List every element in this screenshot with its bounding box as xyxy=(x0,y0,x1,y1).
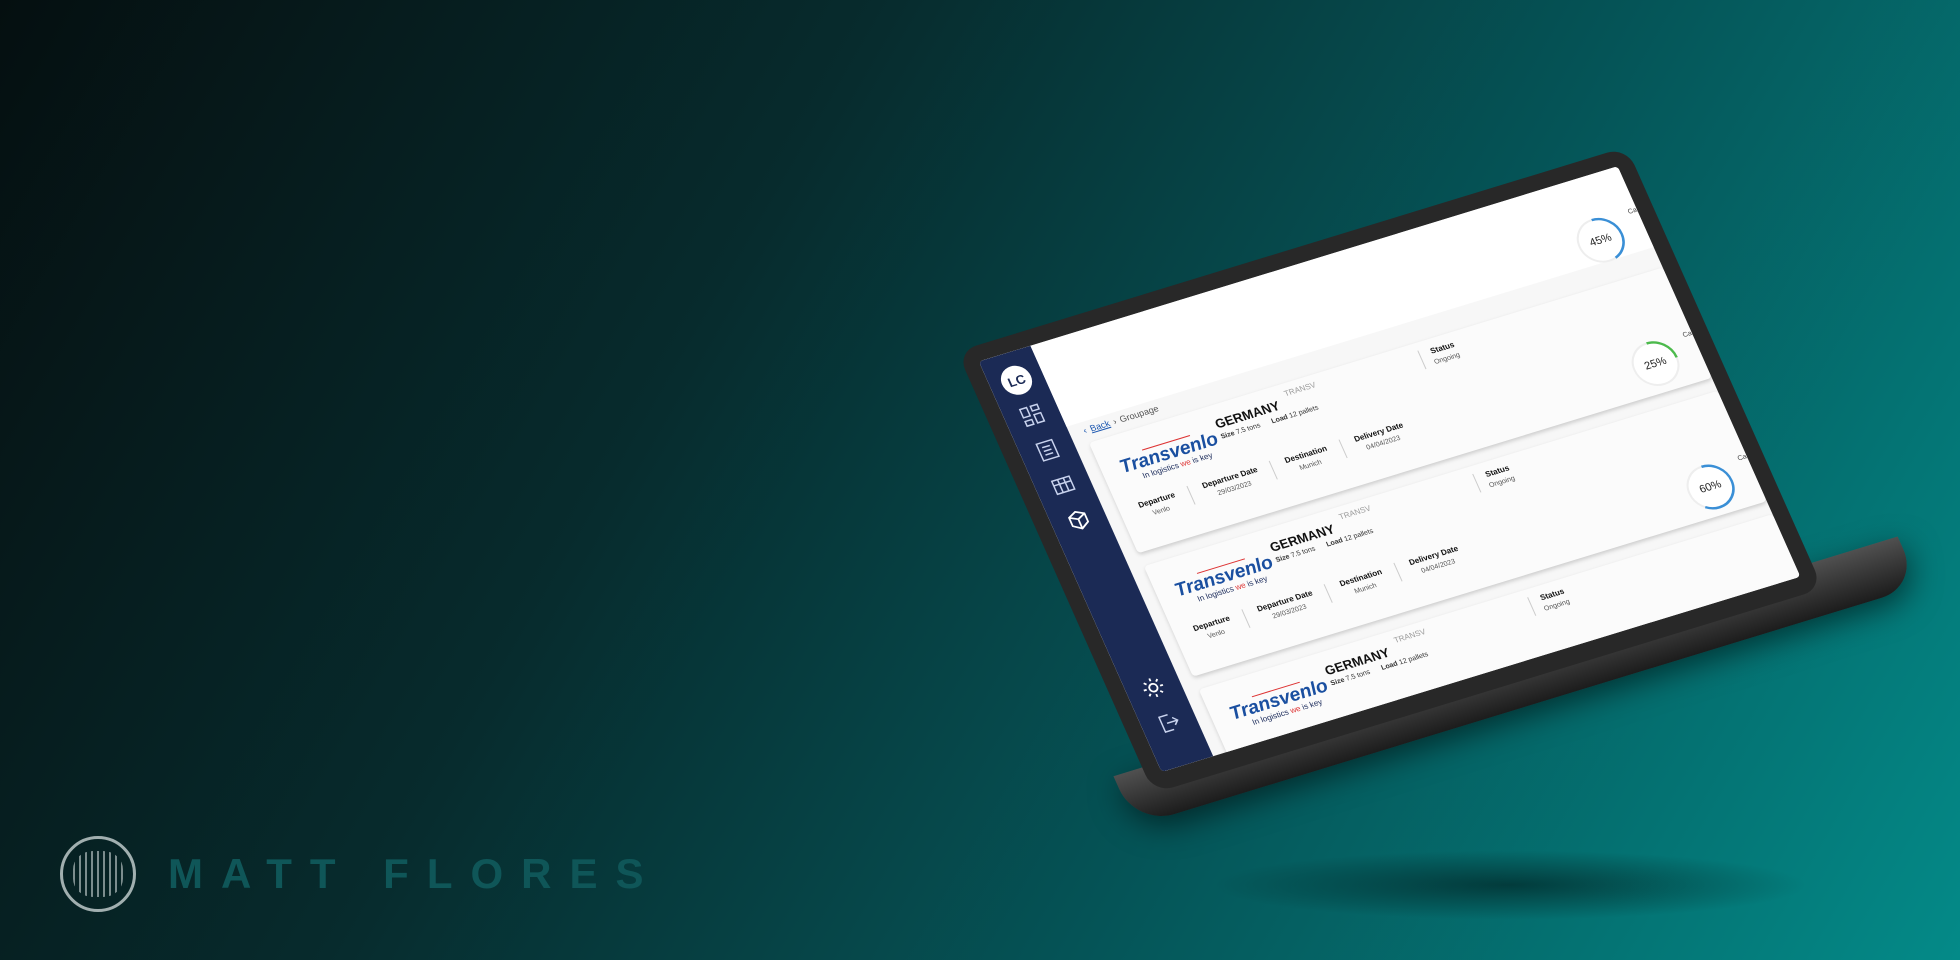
load-label: Load xyxy=(1270,413,1290,426)
brand-signature: MATT FLORES xyxy=(60,834,662,914)
gear-icon xyxy=(1143,678,1164,698)
departure-date-field: Departure Date29/03/2023 xyxy=(1186,461,1278,505)
departure-date-field: Departure Date29/03/2023 xyxy=(1241,584,1332,629)
app-screen: LC ‹ Back › Groupage Transvenlo In logis… xyxy=(978,166,1801,772)
status-field: Status Ongoing xyxy=(1472,463,1517,493)
chevron-left-icon: ‹ xyxy=(1081,425,1089,436)
table-icon xyxy=(1050,475,1076,496)
departure-field: DepartureVenlo xyxy=(1188,610,1250,645)
load-value: 12 pallets xyxy=(1398,651,1430,667)
sidebar-item-logout[interactable] xyxy=(1147,704,1192,742)
logout-icon xyxy=(1157,714,1179,733)
sidebar-item-list[interactable] xyxy=(1025,431,1070,469)
carrier-logo: Transvenlo In logistics we is key xyxy=(1165,546,1277,609)
load-label: Load xyxy=(1325,537,1345,549)
load-label: Load xyxy=(1380,660,1400,672)
chevron-right-icon: › xyxy=(1111,416,1119,427)
delivery-date-field: Delivery Date04/04/2023 xyxy=(1393,539,1478,582)
carrier-code: TRANSV xyxy=(1282,380,1318,399)
laptop-mockup: LC ‹ Back › Groupage Transvenlo In logis… xyxy=(956,146,1920,826)
list-icon xyxy=(1035,438,1061,462)
app-logo[interactable]: LC xyxy=(996,362,1037,399)
dashboard-icon xyxy=(1018,403,1046,428)
departure-field: DepartureVenlo xyxy=(1133,486,1195,521)
laptop-bezel: LC ‹ Back › Groupage Transvenlo In logis… xyxy=(956,146,1824,794)
carrier-logo: Transvenlo In logistics we is key xyxy=(1110,423,1222,486)
sidebar-item-table[interactable] xyxy=(1041,466,1086,504)
sidebar-item-package[interactable] xyxy=(1056,501,1101,539)
carrier-logo: Transvenlo In logistics we is key xyxy=(1220,670,1332,733)
destination-field: DestinationMunich xyxy=(1268,439,1347,480)
brand-logo-icon xyxy=(60,836,136,912)
size-label: Size xyxy=(1329,676,1346,688)
size-label: Size xyxy=(1274,553,1291,564)
delivery-date-field: Delivery Date04/04/2023 xyxy=(1338,416,1423,459)
sidebar-item-dashboard[interactable] xyxy=(1010,396,1055,434)
status-field: Status Ongoing xyxy=(1417,339,1462,370)
status-field: Status Ongoing xyxy=(1527,586,1572,616)
carrier-code: TRANSV xyxy=(1337,503,1373,522)
back-link[interactable]: Back xyxy=(1088,418,1111,433)
brand-name: MATT FLORES xyxy=(168,850,662,897)
sidebar-item-settings[interactable] xyxy=(1131,669,1176,707)
carrier-code: TRANSV xyxy=(1392,627,1428,645)
load-value: 12 pallets xyxy=(1288,404,1320,420)
package-icon xyxy=(1068,510,1090,530)
destination-field: DestinationMunich xyxy=(1323,563,1402,603)
size-label: Size xyxy=(1219,430,1237,441)
laptop-shadow xyxy=(1210,850,1810,920)
departure-label: Departure xyxy=(1246,737,1287,757)
load-value: 12 pallets xyxy=(1343,527,1375,544)
